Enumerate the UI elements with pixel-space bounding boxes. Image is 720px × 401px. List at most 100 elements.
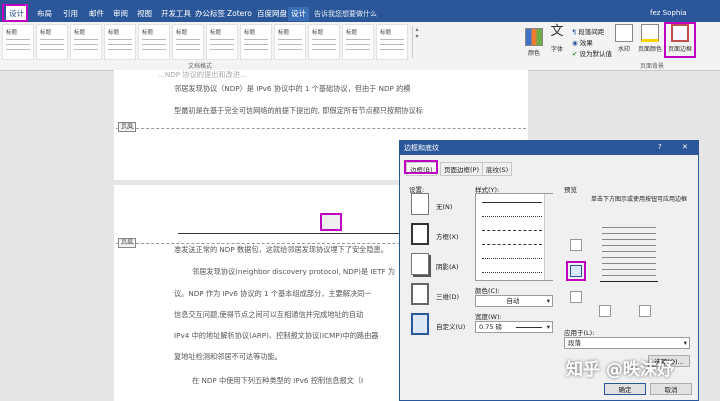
- set-default-button[interactable]: ✔ 设为默认值: [572, 48, 612, 58]
- highlight-borders-tab: [404, 160, 438, 174]
- tab-mailings[interactable]: 邮件: [86, 7, 107, 21]
- body-line: 信息交互问题,使得节点之间可以互相通信并完成地址的自动: [174, 310, 364, 319]
- border-right-button[interactable]: [639, 305, 651, 317]
- style-gallery-item[interactable]: 标题: [308, 24, 340, 60]
- style-gallery-item[interactable]: 标题: [36, 24, 68, 60]
- gallery-scroll[interactable]: ▴ ▾: [412, 26, 421, 58]
- user-name[interactable]: fez Sophia: [650, 9, 687, 17]
- body-line: 复地址检测和邻居不可达等功能。: [174, 352, 282, 361]
- tell-me-box[interactable]: 告诉我您想要做什么: [314, 9, 377, 19]
- body-line: 在 NDP 中使用下列五种类型的 IPv6 控制信息报文（I: [192, 376, 364, 385]
- watermark-icon: [615, 24, 633, 42]
- header-cursor-highlight[interactable]: [320, 213, 342, 231]
- color-label: 颜色(C):: [475, 287, 500, 295]
- style-gallery-item[interactable]: 标题: [206, 24, 238, 60]
- cancel-button[interactable]: 取消: [650, 383, 692, 395]
- page-color-button[interactable]: 页面颜色: [636, 24, 664, 53]
- setting-custom-icon[interactable]: [411, 313, 429, 335]
- tab-office-tabs[interactable]: 办公标签: [192, 7, 228, 21]
- preview-label: 预览: [564, 186, 577, 194]
- chevron-down-icon: ▾: [546, 323, 550, 331]
- close-icon[interactable]: ✕: [682, 143, 688, 151]
- tab-zotero[interactable]: Zotero: [224, 7, 255, 21]
- style-option-dotted[interactable]: [482, 216, 542, 217]
- header-tag: 页眉: [118, 122, 137, 132]
- watermark-button[interactable]: 水印: [613, 24, 635, 53]
- style-option-dashed[interactable]: [482, 230, 542, 231]
- border-left-button[interactable]: [599, 305, 611, 317]
- style-gallery-item[interactable]: 标题: [376, 24, 408, 60]
- style-gallery-item[interactable]: 标题: [70, 24, 102, 60]
- border-top-button[interactable]: [570, 239, 582, 251]
- tab-view[interactable]: 视图: [134, 7, 155, 21]
- tab-shading[interactable]: 底纹(S): [482, 162, 513, 176]
- setting-3d-label[interactable]: 三维(D): [436, 291, 459, 301]
- style-gallery-item[interactable]: 标题: [172, 24, 204, 60]
- dialog-title-bar: 边框和底纹 ? ✕: [400, 141, 698, 155]
- fonts-button[interactable]: 文字体: [546, 24, 568, 53]
- tab-baidu[interactable]: 百度网盘: [254, 7, 290, 21]
- style-option-dash-dot-dot[interactable]: [482, 272, 542, 273]
- border-inner-button[interactable]: [570, 291, 582, 303]
- colors-button[interactable]: 颜色: [523, 28, 545, 57]
- style-option-dash-large[interactable]: [482, 244, 542, 245]
- style-list[interactable]: [475, 193, 553, 281]
- dialog-title: 边框和底纹: [404, 144, 439, 152]
- setting-box-icon[interactable]: [411, 223, 429, 245]
- page-color-icon: [641, 24, 659, 42]
- style-gallery-item[interactable]: 标题: [342, 24, 374, 60]
- highlight-design-tab: [2, 4, 28, 22]
- width-label: 宽度(W):: [475, 313, 502, 321]
- body-line: IPv4 中的地址解析协议(ARP)、控制报文协议(ICMP)中的路由器: [174, 331, 379, 340]
- setting-none-label[interactable]: 无(N): [436, 201, 452, 211]
- chevron-down-icon: ▾: [683, 339, 687, 347]
- group-label-page-background: 页面背景: [640, 63, 665, 70]
- tab-page-border[interactable]: 页面边框(P): [440, 162, 483, 176]
- tab-references[interactable]: 引用: [60, 7, 81, 21]
- paragraph-spacing-button[interactable]: ¶ 段落间距: [572, 26, 604, 36]
- body-line: 准发送正常的 NDP 数据包，这就给邻居发现协议埋下了安全隐患。: [174, 245, 388, 254]
- body-line: 型最初是在基于完全可信网络的前提下提出的, 即假定所有节点都只按照协议标: [174, 106, 423, 115]
- partial-line: ...NDP 协议的提出和改进...: [158, 70, 247, 79]
- chevron-down-icon: ▾: [546, 297, 550, 305]
- ribbon: 标题 标题 标题 标题 标题 标题 标题 标题 标题 标题 标题 标题 ▴ ▾ 文…: [0, 22, 720, 71]
- ok-button[interactable]: 确定: [604, 383, 646, 395]
- help-icon[interactable]: ?: [658, 143, 662, 151]
- highlight-page-borders: [664, 22, 696, 58]
- color-select[interactable]: 自动 ▾: [475, 295, 553, 307]
- style-list-scrollbar[interactable]: [544, 194, 553, 280]
- title-bar: 设计 布局 引用 邮件 审阅 视图 开发工具 办公标签 Zotero 百度网盘 …: [0, 0, 720, 22]
- style-option-dash-dot[interactable]: [482, 258, 542, 259]
- apply-to-label: 应用于(L):: [564, 329, 595, 337]
- fonts-icon: 文: [550, 24, 564, 39]
- body-line: 议。NDP 作为 IPv6 协议的 1 个基本组成部分，主要解决同一: [174, 289, 372, 298]
- body-line: 邻居发现协议（NDP）是 IPv6 协议中的 1 个基础协议，但由于 NDP 的…: [174, 84, 411, 93]
- style-gallery-item[interactable]: 标题: [240, 24, 272, 60]
- setting-none-icon[interactable]: [411, 193, 429, 215]
- preview-bottom-border: [600, 281, 658, 282]
- setting-box-label[interactable]: 方框(X): [436, 231, 459, 241]
- tab-developer[interactable]: 开发工具: [158, 7, 194, 21]
- preview-hint: 单击下方图示或使用按钮可应用边框: [590, 196, 687, 203]
- apply-to-select[interactable]: 段落 ▾: [564, 337, 690, 349]
- width-select[interactable]: 0.75 磅 ▾: [475, 321, 553, 333]
- effects-button[interactable]: ◉ 效果: [572, 37, 593, 47]
- body-line: 邻居发现协议(neighbor discovery protocol, NDP)…: [192, 267, 396, 276]
- style-gallery-item[interactable]: 标题: [274, 24, 306, 60]
- header-divider: [116, 128, 526, 129]
- group-label-document-format: 文档格式: [188, 63, 213, 70]
- tab-header-footer-design[interactable]: 设计: [288, 7, 309, 21]
- style-option-solid[interactable]: [482, 202, 542, 203]
- style-gallery-item[interactable]: 标题: [2, 24, 34, 60]
- setting-shadow-icon[interactable]: [411, 253, 429, 275]
- setting-shadow-label[interactable]: 阴影(A): [436, 261, 459, 271]
- preview-paragraph[interactable]: [598, 227, 660, 283]
- tab-layout[interactable]: 布局: [34, 7, 55, 21]
- setting-custom-label[interactable]: 自定义(U): [436, 321, 465, 331]
- width-sample-line: [516, 327, 542, 328]
- tab-review[interactable]: 审阅: [110, 7, 131, 21]
- style-gallery-item[interactable]: 标题: [138, 24, 170, 60]
- watermark-text: 知乎 @昳沫妤: [566, 360, 674, 380]
- setting-3d-icon[interactable]: [411, 283, 429, 305]
- style-gallery-item[interactable]: 标题: [104, 24, 136, 60]
